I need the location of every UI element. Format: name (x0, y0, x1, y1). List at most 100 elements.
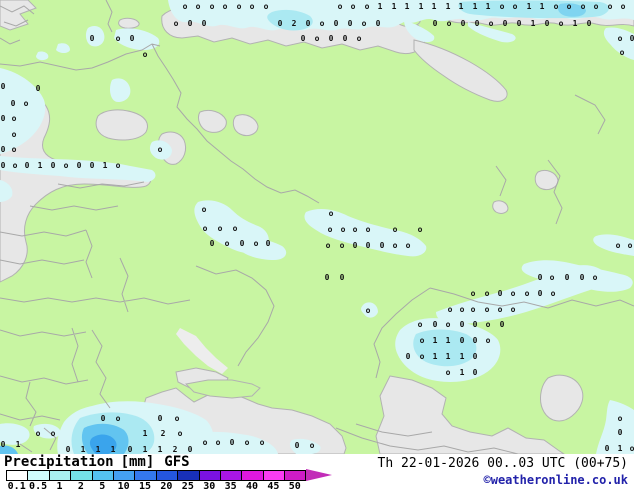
precip-symbol: o (329, 209, 334, 218)
precip-symbol: o (250, 2, 255, 11)
precip-symbol: o (254, 239, 259, 248)
colorbar-label: 10 (117, 481, 130, 490)
colorbar-cell (135, 470, 157, 481)
precip-symbol: 0 (130, 34, 135, 43)
precip-symbol: o (471, 289, 476, 298)
colorbar-label: 25 (181, 481, 194, 490)
colorbar-cell (6, 470, 29, 481)
precip-symbol: 0 (580, 273, 585, 282)
map-canvas: oooooooooo111111111oo11ooooooo00020o00o0… (0, 0, 634, 455)
precip-symbol: 0 (1, 114, 6, 123)
precip-symbol: 1 (433, 336, 438, 345)
precip-symbol: 0 (210, 239, 215, 248)
precip-symbol: 0 (343, 34, 348, 43)
precip-symbol: o (178, 429, 183, 438)
colorbar-cell (92, 470, 114, 481)
precip-symbol: 0 (473, 368, 478, 377)
precip-symbol: 0 (66, 445, 71, 454)
precip-symbol: o (237, 2, 242, 11)
precip-symbol: 0 (51, 161, 56, 170)
colorbar-cell (28, 470, 50, 481)
precip-symbol: 0 (340, 273, 345, 282)
precip-symbol: 0 (1, 440, 6, 449)
precip-symbol: 1 (96, 445, 101, 454)
precip-symbol: o (64, 161, 69, 170)
precip-symbol: 0 (498, 289, 503, 298)
precip-symbol: o (550, 273, 555, 282)
precip-symbol: o (216, 438, 221, 447)
precip-symbol: 1 (459, 2, 464, 11)
precip-symbol: o (511, 289, 516, 298)
precip-symbol: o (210, 2, 215, 11)
precip-symbol: o (12, 114, 17, 123)
precip-symbol: o (511, 305, 516, 314)
precip-symbol: 1 (573, 19, 578, 28)
precip-symbol: 0 (433, 320, 438, 329)
precip-symbol: o (448, 305, 453, 314)
precip-symbol: 0 (36, 84, 41, 93)
legend-title-row: Precipitation [mm] GFS (4, 454, 190, 470)
precip-symbol: o (418, 320, 423, 329)
precip-symbol: 0 (475, 19, 480, 28)
precip-symbol: o (446, 320, 451, 329)
precip-symbol: o (418, 225, 423, 234)
precip-symbol: 0 (460, 320, 465, 329)
precip-symbol: o (567, 2, 572, 11)
precip-symbol: o (233, 224, 238, 233)
precip-symbol: 0 (353, 241, 358, 250)
precip-symbol: 0 (1, 82, 6, 91)
precip-symbol: 1 (378, 2, 383, 11)
precip-symbol: o (616, 241, 621, 250)
colorbar-cell (263, 470, 286, 481)
precip-symbol: o (559, 19, 564, 28)
colorbar-label: 1 (56, 481, 63, 490)
precip-symbol: o (202, 205, 207, 214)
colorbar-cell (199, 470, 221, 481)
precip-symbol: 1 (473, 2, 478, 11)
precip-symbol: o (620, 48, 625, 57)
precip-symbol: 0 (90, 161, 95, 170)
precip-symbol: o (36, 429, 41, 438)
precip-symbol: 1 (143, 429, 148, 438)
precip-symbol: 0 (538, 289, 543, 298)
precip-symbol: 0 (295, 441, 300, 450)
precip-symbol: o (51, 429, 56, 438)
precip-symbol: 1 (486, 2, 491, 11)
precip-symbol: o (551, 289, 556, 298)
precip-symbol: o (486, 336, 491, 345)
precip-symbol: 0 (473, 336, 478, 345)
copyright-link[interactable]: ©weatheronline.co.uk (484, 473, 629, 487)
colorbar-label: 50 (288, 481, 301, 490)
precip-symbol: 0 (158, 414, 163, 423)
weather-map-screen: oooooooooo111111111oo11ooooooo00020o00o0… (0, 0, 634, 490)
precip-symbol: 0 (538, 273, 543, 282)
precip-symbol: 1 (531, 19, 536, 28)
precip-symbol: 0 (266, 239, 271, 248)
colorbar-label: 0.1 (7, 481, 26, 490)
precip-symbol: o (328, 225, 333, 234)
precip-symbol: 0 (366, 241, 371, 250)
precip-symbol: 1 (527, 2, 532, 11)
precip-symbol: 1 (103, 161, 108, 170)
precip-symbol: 1 (81, 445, 86, 454)
precip-symbol: 0 (348, 19, 353, 28)
precip-symbol: o (489, 19, 494, 28)
precip-symbol: 1 (143, 445, 148, 454)
precip-symbol: o (183, 2, 188, 11)
precip-symbol: o (326, 241, 331, 250)
precip-symbol: o (260, 438, 265, 447)
precip-symbol: 0 (101, 414, 106, 423)
precip-symbol: 1 (405, 2, 410, 11)
precip-symbol: o (594, 2, 599, 11)
colorbar-label: 40 (245, 481, 259, 490)
precip-symbol: o (485, 289, 490, 298)
colorbar-label: 30 (203, 481, 216, 490)
precip-symbol: o (174, 19, 179, 28)
legend-bar: Precipitation [mm] GFS 0.1 0.5 1 2 5 10 15 20 25 30… (0, 454, 634, 490)
precip-symbol: o (362, 19, 367, 28)
precip-symbol: o (245, 438, 250, 447)
colorbar-label: 2 (77, 481, 84, 490)
precip-symbol: 0 (90, 34, 95, 43)
precip-symbol: o (393, 225, 398, 234)
precip-symbol: 0 (25, 161, 30, 170)
